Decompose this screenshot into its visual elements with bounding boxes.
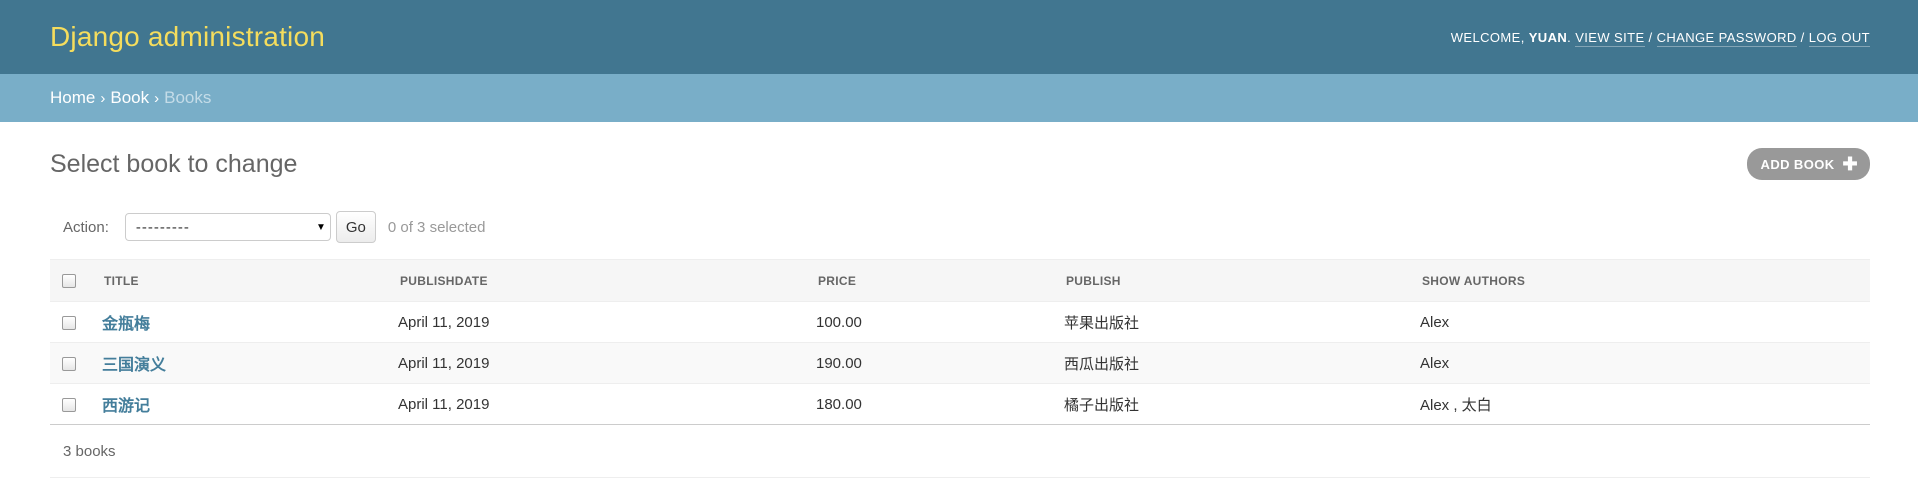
action-select[interactable]: --------- ▼	[124, 213, 331, 241]
row-checkbox[interactable]	[62, 356, 76, 371]
plus-icon: ✚	[1842, 154, 1858, 174]
authors-cell: Alex , 太白	[1420, 383, 1870, 425]
column-header-publishdate[interactable]: PUBLISHDATE	[398, 259, 816, 302]
column-header-price[interactable]: PRICE	[816, 259, 1064, 302]
publish-cell: 苹果出版社	[1064, 301, 1420, 343]
go-button[interactable]: Go	[335, 211, 376, 243]
action-selected-value: ---------	[135, 218, 190, 236]
authors-cell: Alex	[1420, 342, 1870, 384]
breadcrumb: Home › Book › Books	[0, 74, 1918, 122]
action-label: Action:	[63, 218, 109, 236]
publishdate-cell: April 11, 2019	[398, 301, 816, 343]
add-book-label: ADD BOOK	[1760, 156, 1835, 172]
authors-cell: Alex	[1420, 301, 1870, 343]
log-out-link[interactable]: LOG OUT	[1808, 29, 1870, 47]
price-cell: 180.00	[816, 383, 1064, 425]
row-checkbox[interactable]	[62, 397, 76, 412]
price-cell: 190.00	[816, 342, 1064, 384]
publishdate-cell: April 11, 2019	[398, 383, 816, 425]
table-header-row: TITLE PUBLISHDATE PRICE PUBLISH SHOW AUT…	[50, 259, 1870, 302]
breadcrumb-home[interactable]: Home	[50, 88, 95, 108]
column-header-show-authors: SHOW AUTHORS	[1420, 259, 1870, 302]
book-title-link[interactable]: 金瓶梅	[102, 316, 150, 333]
result-list-table: TITLE PUBLISHDATE PRICE PUBLISH SHOW AUT…	[50, 259, 1870, 425]
table-row: 西游记 April 11, 2019 180.00 橘子出版社 Alex , 太…	[50, 383, 1870, 425]
chevron-down-icon: ▼	[315, 221, 326, 233]
selection-counter: 0 of 3 selected	[387, 218, 486, 236]
column-header-title[interactable]: TITLE	[102, 259, 398, 302]
table-row: 金瓶梅 April 11, 2019 100.00 苹果出版社 Alex	[50, 301, 1870, 343]
table-row: 三国演义 April 11, 2019 190.00 西瓜出版社 Alex	[50, 342, 1870, 384]
content: Select book to change ADD BOOK ✚ Action:…	[0, 122, 1918, 478]
book-title-link[interactable]: 三国演义	[102, 357, 166, 374]
add-book-button[interactable]: ADD BOOK ✚	[1746, 148, 1870, 180]
result-count: 3 books	[63, 442, 116, 460]
breadcrumb-current: Books	[164, 88, 212, 107]
breadcrumb-app[interactable]: Book	[110, 88, 149, 108]
publish-cell: 橘子出版社	[1064, 383, 1420, 425]
change-password-link[interactable]: CHANGE PASSWORD	[1656, 29, 1797, 47]
price-cell: 100.00	[816, 301, 1064, 343]
page-title: Select book to change	[50, 149, 298, 178]
book-title-link[interactable]: 西游记	[102, 398, 150, 415]
publish-cell: 西瓜出版社	[1064, 342, 1420, 384]
header: Django administration WELCOME, YUAN. VIE…	[0, 0, 1918, 74]
welcome-text: WELCOME,	[1450, 29, 1525, 45]
username: YUAN	[1528, 29, 1568, 45]
row-checkbox[interactable]	[62, 315, 76, 330]
breadcrumb-separator-icon: ›	[100, 89, 106, 107]
column-header-publish[interactable]: PUBLISH	[1064, 259, 1420, 302]
user-tools: WELCOME, YUAN. VIEW SITE / CHANGE PASSWORD…	[1450, 29, 1870, 47]
site-branding[interactable]: Django administration	[50, 21, 325, 53]
breadcrumb-separator-icon: ›	[154, 89, 160, 107]
actions-bar: Action: --------- ▼ Go 0 of 3 selected	[50, 206, 1870, 248]
publishdate-cell: April 11, 2019	[398, 342, 816, 384]
select-all-checkbox[interactable]	[62, 273, 76, 288]
paginator: 3 books	[50, 425, 1870, 478]
view-site-link[interactable]: VIEW SITE	[1575, 29, 1645, 47]
